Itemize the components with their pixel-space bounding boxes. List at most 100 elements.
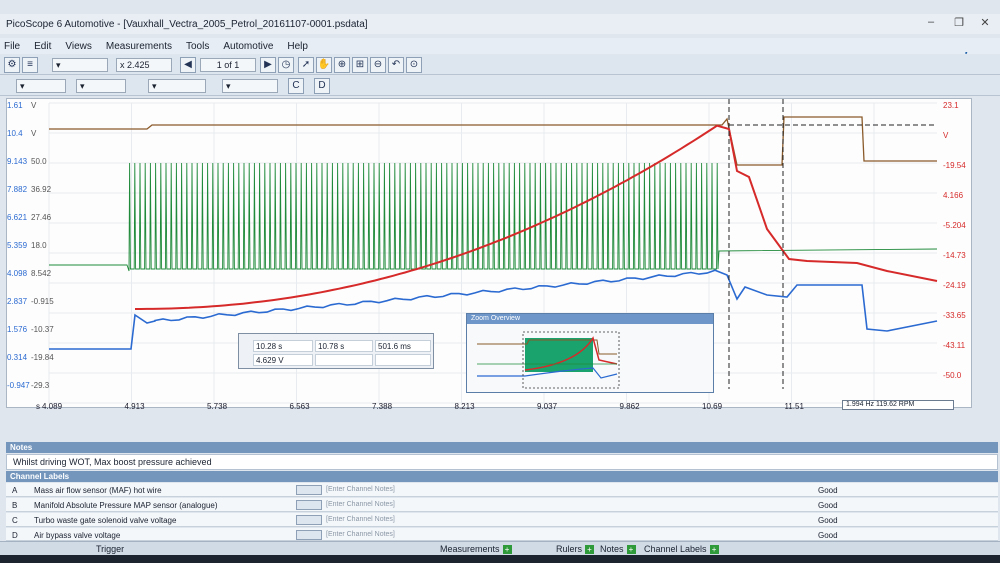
notes-text[interactable]: Whilst driving WOT, Max boost pressure a… [6,454,998,470]
scale-label-c: 23.1 [943,101,959,110]
menu-views[interactable]: Views [65,41,92,52]
scale-label-c: -19.54 [943,161,966,170]
ruler-time-1: 10.28 s [253,340,313,352]
channel-status: Good [818,501,838,510]
channel-letter: C [12,516,18,525]
probe-icon[interactable]: ⚙ [4,57,20,73]
menu-file[interactable]: File [4,41,20,52]
ruler-legend[interactable]: 10.28 s 10.78 s 501.6 ms 4.629 V [238,333,434,369]
picoscope-window: PicoScope 6 Automotive - [Vauxhall_Vectr… [0,0,1000,563]
tab-channel-labels[interactable]: Channel Labels + [644,544,719,555]
scale-label-a: 9.143 [7,157,28,166]
time-unit-label: s [36,402,40,411]
maximize-icon[interactable]: ❐ [950,16,968,30]
channel-description: Turbo waste gate solenoid valve voltage [34,516,177,525]
tab-notes[interactable]: Notes + [600,544,636,555]
channel-note-input[interactable]: [Enter Channel Notes] [326,486,395,493]
channel-note-input[interactable]: [Enter Channel Notes] [326,501,395,508]
add-icon[interactable]: + [709,545,719,555]
menu-automotive[interactable]: Automotive [223,41,273,52]
channel-d-button[interactable]: D [314,78,330,94]
channel-status: Good [818,486,838,495]
tab-rulers[interactable]: Rulers + [556,544,595,555]
add-icon[interactable]: + [626,545,636,555]
scale-label-b: -29.3 [31,381,50,390]
scale-label-c: 4.166 [943,191,964,200]
scale-label-c: -33.65 [943,311,966,320]
trigger-level-select[interactable]: ▾ [148,79,206,93]
channel-note-input[interactable]: [Enter Channel Notes] [326,516,395,523]
scale-label-a: 2.837 [7,297,28,306]
channel-row-c[interactable]: C Turbo waste gate solenoid valve voltag… [6,513,998,527]
channel-c-button[interactable]: C [288,78,304,94]
time-tick-label: 10.69 [702,402,723,411]
scale-label-b: 27.46 [31,213,52,222]
menu-help[interactable]: Help [287,41,308,52]
pointer-icon[interactable]: ➚ [298,57,314,73]
channel-note-buttons[interactable] [296,500,322,510]
channel-row-d[interactable]: D Air bypass valve voltage [Enter Channe… [6,528,998,541]
trigger-mode-select[interactable]: ▾ [16,79,66,93]
channel-letter: B [12,501,18,510]
channel-row-a[interactable]: A Mass air flow sensor (MAF) hot wire [E… [6,483,998,497]
scale-label-b: V [31,101,37,110]
trigger-source-select[interactable]: ▾ [76,79,126,93]
channel-status: Good [818,531,838,540]
channel-note-input[interactable]: [Enter Channel Notes] [326,531,395,538]
notes-header[interactable]: Notes [6,442,998,453]
channel-icon[interactable]: ≡ [22,57,38,73]
menu-edit[interactable]: Edit [34,41,51,52]
prev-page-icon[interactable]: ◀ [180,57,196,73]
page-indicator: 1 of 1 [200,58,256,72]
time-tick-label: 5.738 [207,402,228,411]
channel-letter: A [12,486,18,495]
timebase-select[interactable]: ▾ [52,58,108,72]
next-page-icon[interactable]: ▶ [260,57,276,73]
menu-tools[interactable]: Tools [186,41,209,52]
menu-bar: File Edit Views Measurements Tools Autom… [0,38,1000,54]
hand-icon[interactable]: ✋ [316,57,332,73]
zoom-fit-icon[interactable]: ⊙ [406,57,422,73]
scale-label-c: -24.19 [943,281,966,290]
time-tick-label: 6.563 [289,402,310,411]
channel-note-buttons[interactable] [296,530,322,540]
menu-measurements[interactable]: Measurements [106,41,172,52]
main-toolbar: ⚙ ≡ ▾ x 2.425 ◀ 1 of 1 ▶ ◷ ➚ ✋ ⊕ ⊞ ⊖ ↶ ⊙ [0,55,1000,75]
channel-letter: D [12,531,18,540]
zoom-area-icon[interactable]: ⊞ [352,57,368,73]
scale-label-a: 5.359 [7,241,28,250]
add-icon[interactable]: + [585,545,595,555]
scale-label-b: 36.92 [31,185,52,194]
window-title: PicoScope 6 Automotive - [Vauxhall_Vectr… [6,18,368,30]
scale-label-c: V [943,131,949,140]
scale-label-b: -19.84 [31,353,54,362]
time-tick-label: 11.51 [784,402,804,411]
trigger-label: Trigger [96,544,125,554]
channel-row-b[interactable]: B Manifold Absolute Pressure MAP sensor … [6,498,998,512]
add-icon[interactable]: + [502,545,512,555]
channel-labels-header[interactable]: Channel Labels [6,471,998,482]
zoom-overview-thumbnail[interactable] [467,324,713,392]
time-tick-label: 7.388 [372,402,393,411]
tab-measurements[interactable]: Measurements + [440,544,512,555]
undo-zoom-icon[interactable]: ↶ [388,57,404,73]
channel-description: Air bypass valve voltage [34,531,121,540]
clock-icon[interactable]: ◷ [278,57,294,73]
zoom-value[interactable]: x 2.425 [116,58,172,72]
time-tick-label: 4.089 [42,402,63,411]
scale-label-a: 7.882 [7,185,28,194]
frequency-readout: 1.994 Hz 119.62 RPM [842,400,954,410]
zoom-out-icon[interactable]: ⊖ [370,57,386,73]
pretrigger-select[interactable]: ▾ [222,79,278,93]
time-tick-label: 4.913 [124,402,145,411]
zoom-in-icon[interactable]: ⊕ [334,57,350,73]
channel-note-buttons[interactable] [296,515,322,525]
minimize-icon[interactable]: – [922,16,940,30]
channel-note-buttons[interactable] [296,485,322,495]
scale-label-b: 18.0 [31,241,47,250]
tab-measurements-label: Measurements [440,544,500,554]
zoom-overview-window[interactable]: Zoom Overview [466,313,714,393]
zoom-overview-title: Zoom Overview [467,314,713,324]
close-icon[interactable]: ✕ [976,16,994,30]
bottom-tab-bar: Trigger Measurements + Rulers + Notes + Cha… [0,541,1000,555]
